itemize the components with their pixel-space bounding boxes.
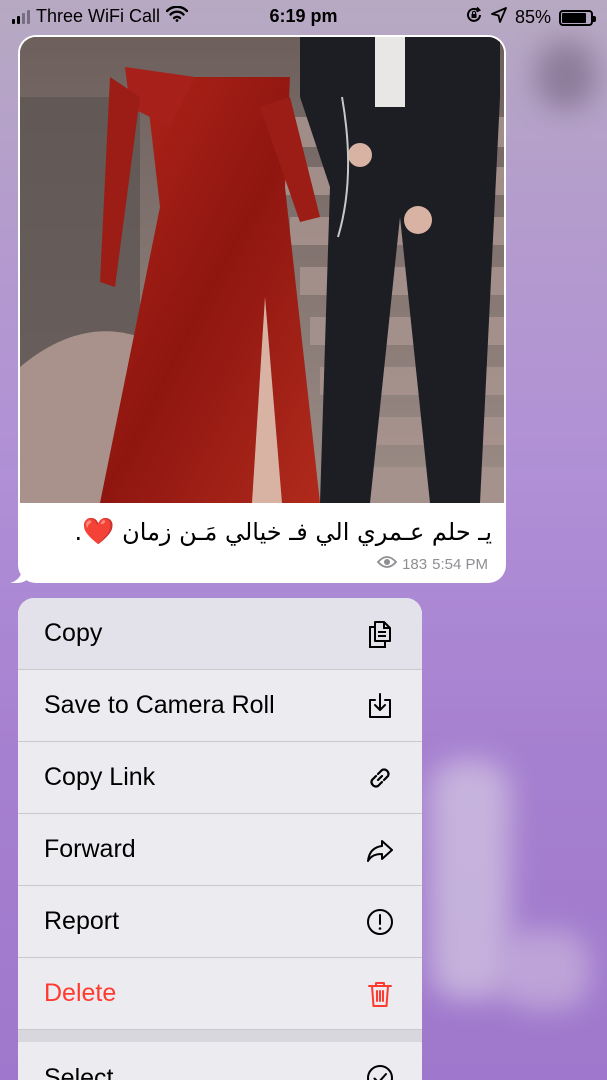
menu-item-label: Copy Link bbox=[44, 763, 156, 791]
menu-item-label: Select bbox=[44, 1063, 114, 1080]
link-icon bbox=[364, 762, 396, 794]
forward-icon bbox=[364, 834, 396, 866]
message-bubble[interactable]: يـ حلم عـمري الي فـ خيالي مَـن زمان ❤️. … bbox=[18, 35, 506, 583]
menu-item-copy[interactable]: Copy bbox=[18, 598, 422, 670]
message-caption: يـ حلم عـمري الي فـ خيالي مَـن زمان ❤️. bbox=[32, 517, 492, 547]
menu-separator bbox=[18, 1030, 422, 1042]
battery-icon bbox=[559, 9, 596, 26]
context-menu: Copy Save to Camera Roll Copy Link Forwa… bbox=[18, 598, 422, 1080]
menu-item-label: Copy bbox=[44, 619, 103, 647]
menu-item-label: Report bbox=[44, 907, 120, 935]
caption-text: يـ حلم عـمري الي فـ خيالي مَـن زمان bbox=[122, 518, 492, 546]
menu-item-label: Delete bbox=[44, 979, 117, 1007]
menu-item-label: Save to Camera Roll bbox=[44, 691, 275, 719]
location-icon bbox=[491, 7, 507, 28]
menu-item-report[interactable]: Report bbox=[18, 886, 422, 958]
menu-item-copy-link[interactable]: Copy Link bbox=[18, 742, 422, 814]
heart-emoji: ❤️ bbox=[82, 517, 115, 547]
menu-item-select[interactable]: Select bbox=[18, 1042, 422, 1080]
caption-end: . bbox=[74, 518, 83, 546]
screen-lock-icon bbox=[465, 6, 483, 29]
battery-percent: 85% bbox=[514, 7, 551, 27]
message-time: 5:54 PM bbox=[432, 555, 488, 573]
trash-icon bbox=[364, 978, 396, 1010]
view-count: 183 bbox=[402, 555, 428, 573]
menu-item-delete[interactable]: Delete bbox=[18, 958, 422, 1030]
background-blur bbox=[536, 40, 596, 110]
menu-item-label: Forward bbox=[44, 835, 136, 863]
menu-item-forward[interactable]: Forward bbox=[18, 814, 422, 886]
status-bar: Three WiFi Call 6:19 pm 85% bbox=[0, 0, 607, 34]
background-blur bbox=[500, 930, 590, 1010]
message-meta: 183 5:54 PM bbox=[376, 555, 488, 573]
eye-icon bbox=[376, 555, 398, 573]
save-icon bbox=[364, 690, 396, 722]
report-icon bbox=[364, 906, 396, 938]
bubble-tail bbox=[10, 565, 32, 583]
background-blur bbox=[430, 760, 510, 1000]
copy-icon bbox=[364, 618, 396, 650]
menu-item-save-to-camera-roll[interactable]: Save to Camera Roll bbox=[18, 670, 422, 742]
message-photo[interactable] bbox=[20, 37, 504, 503]
check-circle-icon bbox=[364, 1062, 396, 1080]
